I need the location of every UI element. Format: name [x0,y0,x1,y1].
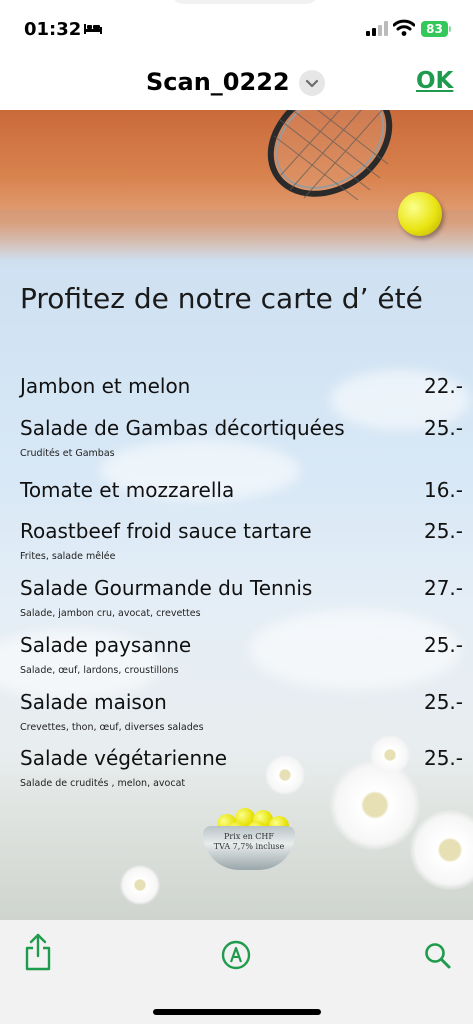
menu-item-price: 25.- [423,633,463,657]
menu-item-price: 16.- [423,478,463,502]
menu-item-description: Crevettes, thon, œuf, diverses salades [20,722,204,733]
menu-item-description: Salade, œuf, lardons, croustillons [20,665,179,676]
document-title[interactable]: Scan_0222 [146,68,290,96]
battery-indicator: 83 [421,21,448,37]
tennis-ball-image [398,192,442,236]
tennis-racket-image [267,110,393,201]
wifi-icon [393,19,415,36]
menu-item-description: Frites, salade mêlée [20,551,116,562]
price-note: Prix en CHF TVA 7,7% incluse [203,832,295,852]
price-note-vat: TVA 7,7% incluse [213,842,285,851]
menu-item-price: 25.- [423,519,463,543]
search-icon[interactable] [424,942,452,970]
menu-item-name: Salade maison [20,690,167,714]
daisy [330,760,420,850]
nav-bar: Scan_0222 OK [0,60,473,110]
menu-item-price: 25.- [423,690,463,714]
menu-item-description: Salade de crudités , melon, avocat [20,778,186,789]
markup-icon[interactable] [221,940,251,970]
ok-button[interactable]: OK [416,68,453,94]
menu-item-name: Tomate et mozzarella [20,478,235,502]
price-note-currency: Prix en CHF [224,832,274,841]
menu-item-price: 25.- [423,416,463,440]
chevron-down-icon [305,79,319,88]
menu-item-description: Salade, jambon cru, avocat, crevettes [20,608,201,619]
sleep-focus-icon [84,24,102,34]
menu-item-price: 25.- [423,746,463,770]
home-indicator [153,1009,321,1015]
menu-item-name: Jambon et melon [20,374,191,398]
menu-heading: Profitez de notre carte d’ été [20,282,423,315]
share-icon[interactable] [23,932,53,972]
menu-item-description: Crudités et Gambas [20,448,115,459]
daisy [265,755,305,795]
menu-item-price: 27.- [423,576,463,600]
title-menu-button[interactable] [299,70,325,96]
menu-item-name: Salade de Gambas décortiquées [20,416,345,440]
menu-item-name: Salade végétarienne [20,746,228,770]
menu-item-name: Roastbeef froid sauce tartare [20,519,312,543]
daisy [370,735,410,775]
cellular-signal-icon [366,21,388,36]
menu-item-price: 22.- [423,374,463,398]
menu-item-name: Salade Gourmande du Tennis [20,576,313,600]
daisy [120,865,160,905]
battery-tip [449,26,451,32]
menu-item-name: Salade paysanne [20,633,192,657]
status-bar: 01:32 83 [0,0,473,60]
status-time: 01:32 [24,19,82,40]
scanned-document: Profitez de notre carte d’ été Jambon et… [0,110,473,920]
top-pill [170,0,320,4]
ball-basket-image: Prix en CHF TVA 7,7% incluse [203,806,295,872]
